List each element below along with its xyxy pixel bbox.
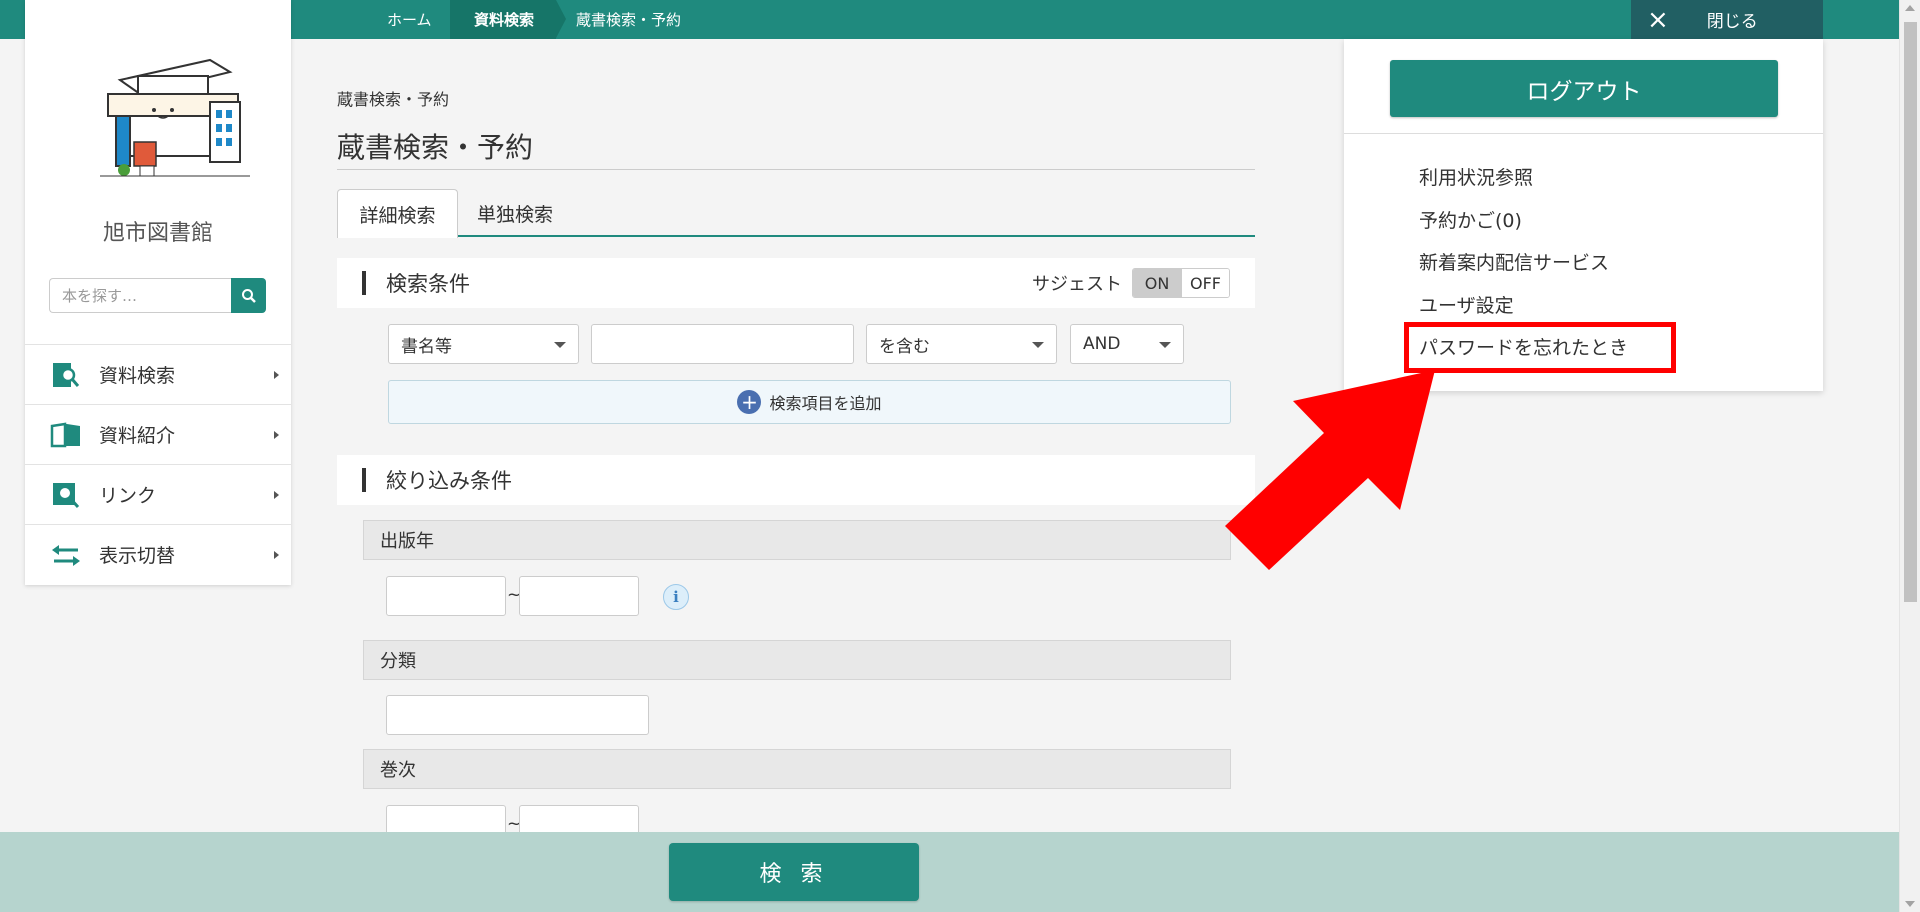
add-search-item-label: 検索項目を追加 <box>769 394 882 413</box>
menu-item-user-settings[interactable]: ユーザ設定 <box>1419 291 1514 318</box>
breadcrumb-current: 蔵書検索・予約 <box>576 11 682 29</box>
sidebar-search <box>49 278 266 313</box>
caret-right-icon <box>274 551 279 559</box>
suggest-switch: ON OFF <box>1132 268 1230 298</box>
section-marker <box>362 468 366 492</box>
book-search-button[interactable] <box>231 278 266 313</box>
sidebar-item-label: 資料紹介 <box>99 425 176 447</box>
search-tabs: 詳細検索 単独検索 <box>337 189 1255 238</box>
menu-item-new-arrivals[interactable]: 新着案内配信サービス <box>1419 248 1609 275</box>
search-icon <box>241 288 256 303</box>
tab-single-search[interactable]: 単独検索 <box>477 189 587 237</box>
search-term-input[interactable] <box>591 324 854 364</box>
search-conditions-heading: 検索条件 <box>386 272 470 296</box>
breadcrumb-search[interactable]: 資料検索 <box>450 0 566 39</box>
title-divider <box>337 169 1255 170</box>
year-to-input[interactable] <box>519 576 639 616</box>
suggest-off-button[interactable]: OFF <box>1181 269 1229 297</box>
sidebar-item-label: リンク <box>99 485 157 507</box>
sidebar: 旭市図書館 資料検索 資料紹介 リン <box>25 0 291 585</box>
page-title: 蔵書検索・予約 <box>337 131 534 164</box>
filter-conditions-heading: 絞り込み条件 <box>386 469 512 493</box>
suggest-label: サジェスト <box>1032 274 1122 295</box>
breadcrumb-home[interactable]: ホーム <box>370 0 450 39</box>
year-from-input[interactable] <box>386 576 506 616</box>
sidebar-item-label: 表示切替 <box>99 545 176 567</box>
tab-detailed-search[interactable]: 詳細検索 <box>337 189 458 238</box>
sidebar-item-links[interactable]: リンク <box>25 464 291 524</box>
add-search-item-button[interactable]: + 検索項目を追加 <box>388 380 1231 424</box>
library-name: 旭市図書館 <box>102 221 213 246</box>
link-search-icon <box>49 480 83 510</box>
close-button[interactable]: × 閉じる <box>1631 0 1823 39</box>
logic-select[interactable]: AND <box>1070 324 1184 364</box>
caret-right-icon <box>274 491 279 499</box>
chevron-down-icon <box>1032 342 1044 348</box>
scroll-down-icon[interactable] <box>1905 901 1915 907</box>
search-button[interactable]: 検 索 <box>669 843 919 901</box>
plus-circle-icon: + <box>737 390 762 414</box>
sidebar-item-display-toggle[interactable]: 表示切替 <box>25 524 291 584</box>
sidebar-item-label: 資料検索 <box>99 365 176 387</box>
search-book-icon <box>49 360 83 390</box>
logic-select-value: AND <box>1083 334 1121 354</box>
page-breadcrumb: 蔵書検索・予約 <box>337 90 450 109</box>
chevron-down-icon <box>1159 342 1171 348</box>
field-select-value: 書名等 <box>401 336 452 357</box>
scrollbar-thumb[interactable] <box>1904 22 1917 602</box>
classification-header: 分類 <box>363 640 1231 680</box>
highlight-box <box>1404 322 1676 373</box>
info-icon[interactable]: i <box>663 584 689 610</box>
classification-input[interactable] <box>386 695 649 735</box>
bottom-action-bar <box>0 832 1899 912</box>
close-icon: × <box>1647 4 1669 35</box>
swap-arrows-icon <box>49 540 83 570</box>
field-select[interactable]: 書名等 <box>388 324 579 364</box>
scroll-up-icon[interactable] <box>1905 5 1915 11</box>
open-book-icon <box>49 420 83 450</box>
publication-year-header: 出版年 <box>363 520 1231 560</box>
caret-right-icon <box>274 371 279 379</box>
filter-conditions-header: 絞り込み条件 <box>337 455 1255 505</box>
logout-button[interactable]: ログアウト <box>1390 60 1778 117</box>
caret-right-icon <box>274 431 279 439</box>
search-conditions-header: 検索条件 サジェスト ON OFF <box>337 258 1255 308</box>
suggest-toggle-group: サジェスト ON OFF <box>1032 268 1230 298</box>
close-label: 閉じる <box>1706 12 1758 32</box>
vertical-scrollbar[interactable] <box>1899 0 1920 912</box>
sidebar-nav: 資料検索 資料紹介 リンク 表示切替 <box>25 344 291 584</box>
book-search-input[interactable] <box>49 278 231 313</box>
sidebar-item-material-intro[interactable]: 資料紹介 <box>25 404 291 464</box>
sidebar-item-material-search[interactable]: 資料検索 <box>25 344 291 404</box>
match-select-value: を含む <box>879 336 930 357</box>
panel-divider <box>1344 133 1823 134</box>
library-building-logo[interactable] <box>80 50 270 190</box>
menu-item-reservation-cart[interactable]: 予約かご(0) <box>1419 206 1522 233</box>
match-select[interactable]: を含む <box>866 324 1057 364</box>
red-arrow-annotation <box>1225 370 1435 570</box>
volume-header: 巻次 <box>363 749 1231 789</box>
suggest-on-button[interactable]: ON <box>1133 269 1181 297</box>
chevron-down-icon <box>554 342 566 348</box>
menu-item-usage-status[interactable]: 利用状況参照 <box>1419 163 1533 190</box>
section-marker <box>362 271 366 295</box>
